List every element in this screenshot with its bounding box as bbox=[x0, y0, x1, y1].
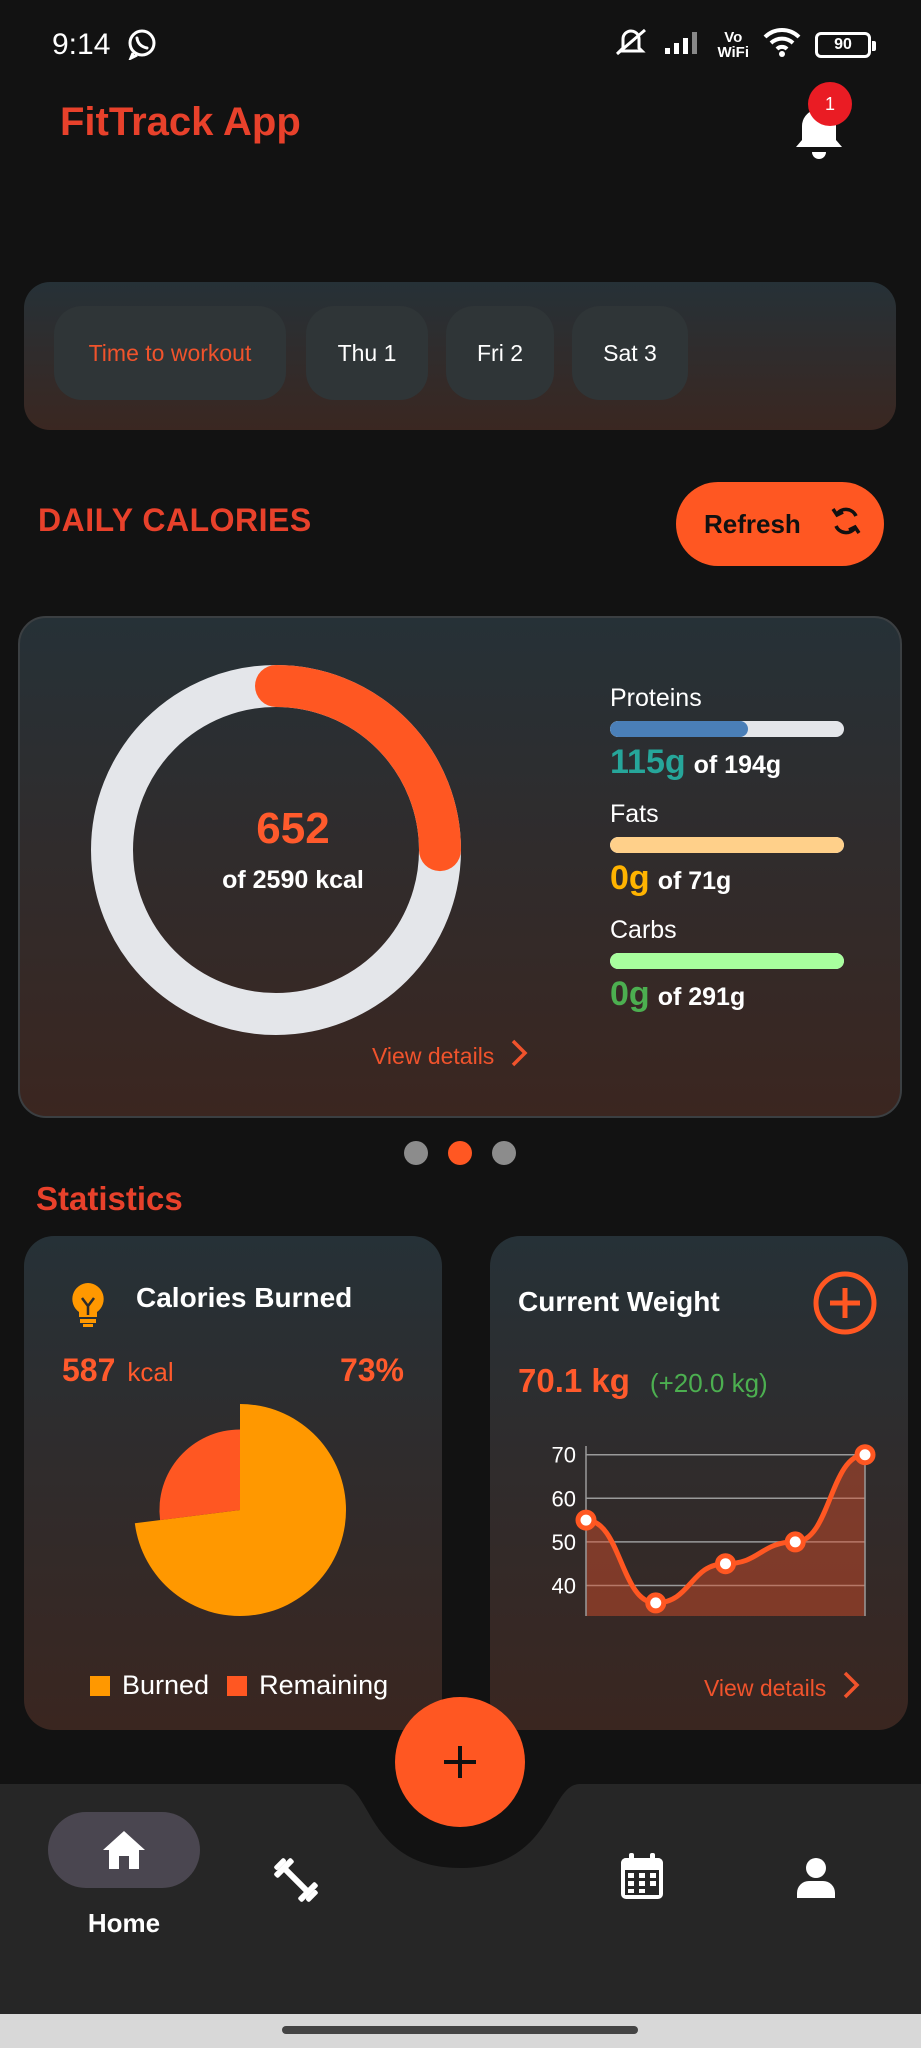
app-title: FitTrack App bbox=[60, 100, 301, 144]
legend-remaining: Remaining bbox=[259, 1670, 389, 1700]
weight-view-details-link[interactable]: View details bbox=[704, 1670, 860, 1706]
macro-carbs: Carbs 0g of 291g bbox=[610, 916, 850, 1014]
macro-amount: 115g bbox=[610, 743, 686, 781]
macro-label: Proteins bbox=[610, 684, 702, 712]
macro-fill bbox=[610, 837, 844, 853]
macro-amount: 0g bbox=[610, 975, 650, 1013]
calories-burned-title: Calories Burned bbox=[136, 1282, 353, 1313]
macro-fats: Fats 0g of 71g bbox=[610, 800, 850, 898]
chat-app-icon bbox=[126, 28, 158, 65]
profile-icon[interactable] bbox=[794, 1856, 838, 1905]
pie-slice-remaining bbox=[159, 1429, 240, 1521]
weight-value-row: 70.1 kg (+20.0 kg) bbox=[518, 1362, 768, 1400]
status-time: 9:14 bbox=[52, 28, 111, 61]
calendar-icon[interactable] bbox=[618, 1852, 666, 1907]
chevron-right-icon bbox=[510, 1038, 528, 1074]
macro-track bbox=[610, 721, 844, 737]
carousel-dot[interactable] bbox=[492, 1141, 516, 1165]
add-fab-button[interactable] bbox=[395, 1697, 525, 1827]
status-icons: Vo WiFi 90 bbox=[613, 26, 876, 63]
macro-fill bbox=[610, 721, 749, 737]
macro-total: of 291g bbox=[657, 983, 746, 1011]
status-bar: 9:14 Vo WiFi 90 bbox=[0, 0, 921, 92]
nav-home[interactable] bbox=[48, 1812, 200, 1888]
weight-point bbox=[645, 1592, 667, 1614]
notification-badge: 1 bbox=[808, 82, 852, 126]
weight-value: 70.1 kg bbox=[518, 1362, 630, 1399]
burned-kcal-value: 587 bbox=[62, 1352, 116, 1388]
chip-fri[interactable]: Fri 2 bbox=[446, 306, 554, 400]
chip-time-to-workout[interactable]: Time to workout bbox=[54, 306, 286, 400]
refresh-icon bbox=[829, 504, 863, 545]
calories-consumed: 652 bbox=[256, 804, 330, 853]
burned-kcal-unit: kcal bbox=[127, 1357, 174, 1387]
add-weight-button[interactable] bbox=[812, 1270, 878, 1341]
macro-label: Carbs bbox=[610, 916, 677, 944]
burned-kcal: 587 kcal bbox=[62, 1352, 174, 1389]
plus-icon bbox=[444, 1746, 476, 1778]
chevron-right-icon bbox=[842, 1670, 860, 1706]
view-details-label: View details bbox=[372, 1042, 495, 1069]
battery-icon: 90 bbox=[815, 31, 876, 58]
refresh-label: Refresh bbox=[704, 508, 801, 539]
macro-proteins: Proteins 115g of 194g bbox=[610, 684, 850, 782]
home-icon bbox=[103, 1831, 145, 1869]
carousel-dot-active[interactable] bbox=[448, 1141, 472, 1165]
y-tick-label: 40 bbox=[552, 1573, 576, 1598]
macro-values: 0g of 291g bbox=[610, 975, 850, 1014]
daily-calories-title: DAILY CALORIES bbox=[38, 502, 312, 538]
mute-icon bbox=[613, 26, 649, 63]
current-weight-title: Current Weight bbox=[518, 1286, 720, 1317]
y-tick-label: 50 bbox=[552, 1530, 576, 1555]
weight-delta: (+20.0 kg) bbox=[649, 1368, 768, 1398]
weight-area bbox=[586, 1454, 865, 1616]
burned-percent: 73% bbox=[339, 1352, 404, 1388]
legend-burned: Burned bbox=[122, 1670, 210, 1700]
weight-line-chart: 70 60 50 40 bbox=[552, 1443, 876, 1616]
macro-values: 115g of 194g bbox=[610, 743, 850, 782]
vowifi-icon: Vo WiFi bbox=[717, 30, 749, 60]
daily-calories-card: 652 of 2590 kcal Proteins 115g of 194g F… bbox=[18, 616, 902, 1118]
weight-point bbox=[575, 1509, 597, 1531]
macro-total: of 194g bbox=[693, 751, 782, 779]
pie-legend: Burned Remaining bbox=[90, 1670, 388, 1701]
dumbbell-icon[interactable] bbox=[270, 1854, 322, 1911]
vowifi-bottom: WiFi bbox=[717, 43, 749, 61]
battery-level: 90 bbox=[834, 35, 852, 53]
legend-swatch-burned bbox=[90, 1675, 110, 1696]
y-tick-label: 60 bbox=[552, 1486, 576, 1511]
refresh-button[interactable]: Refresh bbox=[676, 482, 884, 566]
legend-swatch-remaining bbox=[227, 1675, 248, 1696]
lightbulb-icon bbox=[68, 1280, 108, 1333]
macro-label: Fats bbox=[610, 800, 659, 828]
weight-point bbox=[784, 1531, 806, 1553]
chip-sat[interactable]: Sat 3 bbox=[572, 306, 688, 400]
wifi-icon bbox=[763, 27, 801, 62]
macro-track bbox=[610, 837, 844, 853]
nav-home-label: Home bbox=[87, 1908, 161, 1938]
macro-total: of 71g bbox=[657, 867, 732, 895]
weight-point bbox=[715, 1553, 736, 1575]
day-selector: Time to workout Thu 1 Fri 2 Sat 3 bbox=[24, 282, 896, 430]
home-indicator[interactable] bbox=[282, 2026, 638, 2034]
calories-goal: of 2590 kcal bbox=[222, 866, 364, 894]
calories-burned-card[interactable]: Calories Burned 587 kcal 73% Burned Rema… bbox=[24, 1236, 442, 1730]
macro-track bbox=[610, 953, 844, 969]
macro-fill bbox=[610, 953, 844, 969]
macro-values: 0g of 71g bbox=[610, 859, 850, 898]
view-details-label: View details bbox=[704, 1674, 827, 1701]
weight-point bbox=[854, 1444, 876, 1466]
y-tick-label: 70 bbox=[552, 1443, 576, 1468]
macro-amount: 0g bbox=[610, 859, 650, 897]
statistics-title: Statistics bbox=[36, 1180, 183, 1217]
burned-pie-chart bbox=[134, 1404, 346, 1616]
current-weight-card[interactable]: Current Weight 70.1 kg (+20.0 kg) 70 60 50… bbox=[490, 1236, 908, 1730]
carousel-dot[interactable] bbox=[404, 1141, 428, 1165]
chip-thu[interactable]: Thu 1 bbox=[306, 306, 428, 400]
carousel-dots bbox=[404, 1141, 516, 1165]
signal-icon bbox=[663, 28, 703, 61]
view-details-link[interactable]: View details bbox=[372, 1038, 528, 1074]
